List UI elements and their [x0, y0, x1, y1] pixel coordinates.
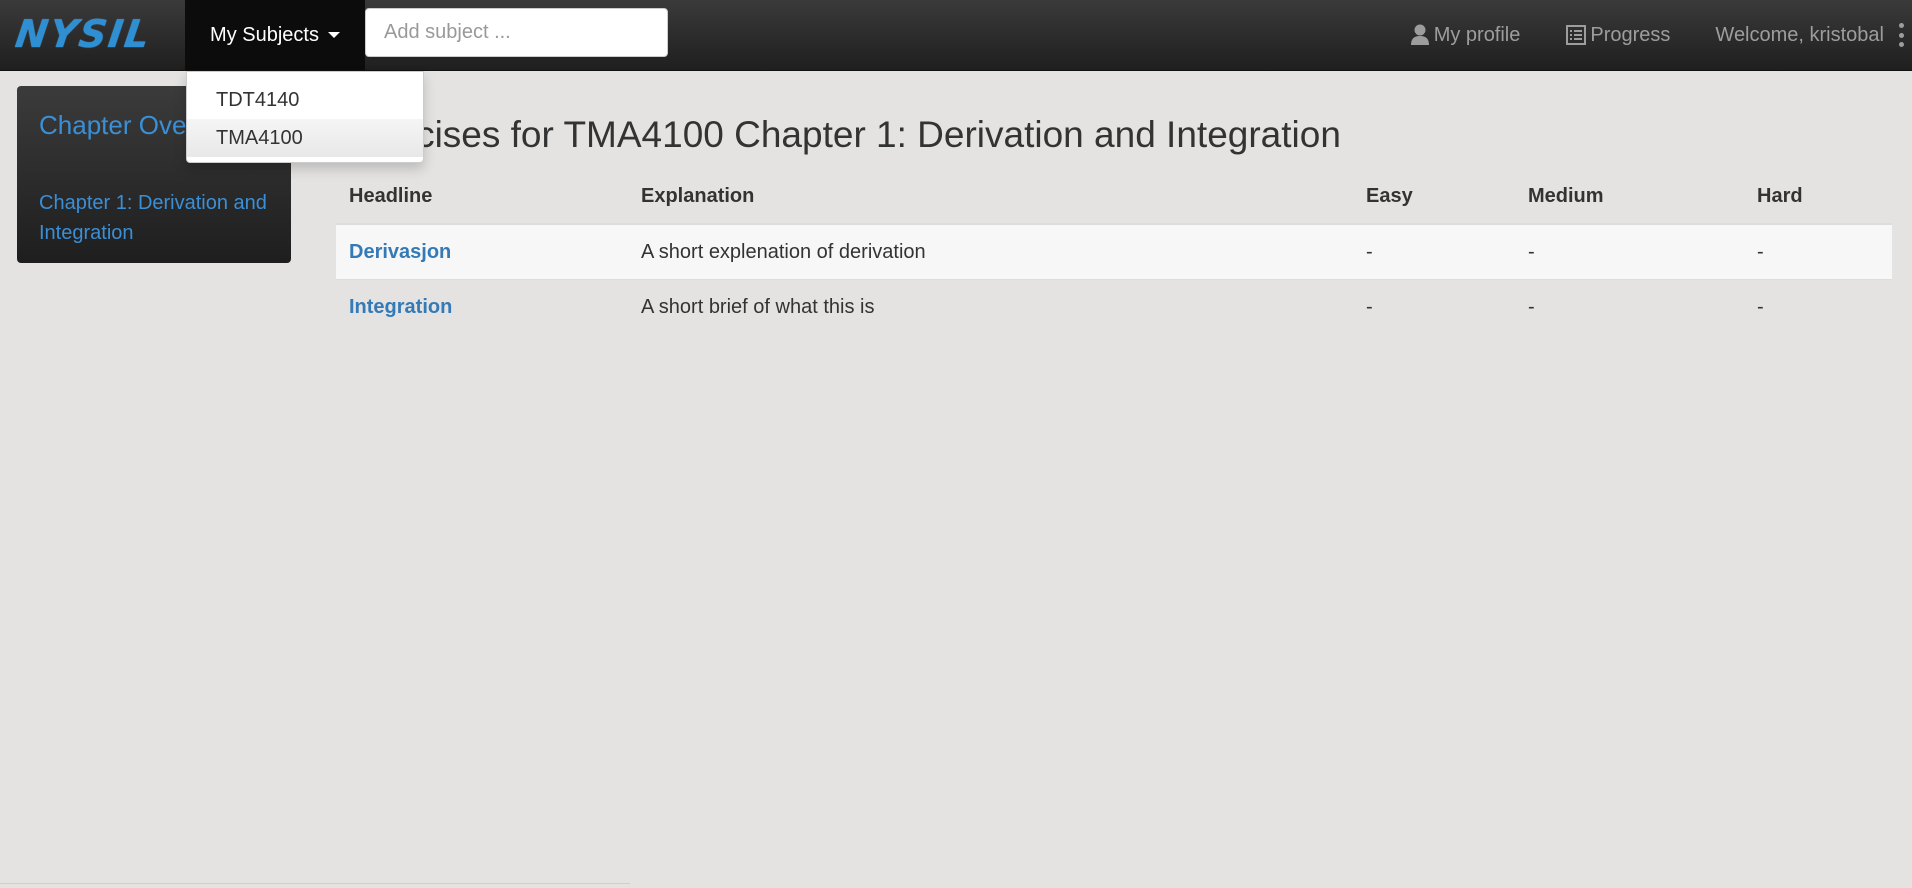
my-profile-link[interactable]: My profile — [1410, 23, 1521, 47]
welcome-user-menu[interactable]: Welcome, kristobal — [1715, 24, 1884, 47]
explanation-cell: A short brief of what this is — [628, 279, 1353, 334]
welcome-label: Welcome, kristobal — [1715, 23, 1884, 46]
table-header-row: Headline Explanation Easy Medium Hard — [336, 170, 1892, 225]
column-header-medium: Medium — [1515, 170, 1744, 225]
navbar: NYSIL My Subjects My profile Progress — [0, 0, 1912, 71]
subjects-dropdown-menu: TDT4140 TMA4100 — [186, 71, 424, 163]
hard-cell: - — [1744, 279, 1892, 334]
easy-cell: - — [1353, 279, 1515, 334]
dropdown-item-tdt4140[interactable]: TDT4140 — [187, 81, 423, 119]
my-subjects-label: My Subjects — [210, 23, 319, 46]
column-header-hard: Hard — [1744, 170, 1892, 225]
table-row: Derivasjon A short explenation of deriva… — [336, 223, 1892, 280]
dropdown-item-tma4100[interactable]: TMA4100 — [187, 119, 423, 157]
more-vertical-icon[interactable] — [1894, 23, 1908, 47]
progress-label: Progress — [1590, 23, 1671, 46]
my-profile-label: My profile — [1433, 23, 1521, 46]
exercises-table: Headline Explanation Easy Medium Hard De… — [336, 170, 1892, 334]
exercise-link-integration[interactable]: Integration — [349, 296, 452, 318]
table-row: Integration A short brief of what this i… — [336, 279, 1892, 334]
brand-logo[interactable]: NYSIL — [12, 12, 155, 56]
column-header-headline: Headline — [336, 170, 628, 225]
progress-link[interactable]: Progress — [1566, 24, 1670, 47]
caret-down-icon — [327, 32, 340, 38]
column-header-explanation: Explanation — [628, 170, 1353, 225]
page-title: Exercises for TMA4100 Chapter 1: Derivat… — [340, 114, 1341, 155]
navbar-right: My profile Progress Welcome, kristobal — [1410, 0, 1912, 70]
list-icon — [1566, 25, 1587, 45]
headline-cell: Derivasjon — [336, 223, 628, 280]
my-subjects-dropdown-toggle[interactable]: My Subjects — [185, 0, 365, 70]
headline-cell: Integration — [336, 279, 628, 334]
explanation-cell: A short explenation of derivation — [628, 223, 1353, 280]
hard-cell: - — [1744, 223, 1892, 280]
add-subject-input[interactable] — [365, 8, 668, 57]
brand-text: NYSIL — [12, 12, 155, 56]
exercise-link-derivasjon[interactable]: Derivasjon — [349, 241, 451, 263]
medium-cell: - — [1515, 223, 1744, 280]
easy-cell: - — [1353, 223, 1515, 280]
sidebar-item-chapter-1[interactable]: Chapter 1: Derivation and Integration — [39, 188, 269, 248]
medium-cell: - — [1515, 279, 1744, 334]
user-icon — [1410, 24, 1429, 45]
divider — [0, 883, 630, 884]
column-header-easy: Easy — [1353, 170, 1515, 225]
